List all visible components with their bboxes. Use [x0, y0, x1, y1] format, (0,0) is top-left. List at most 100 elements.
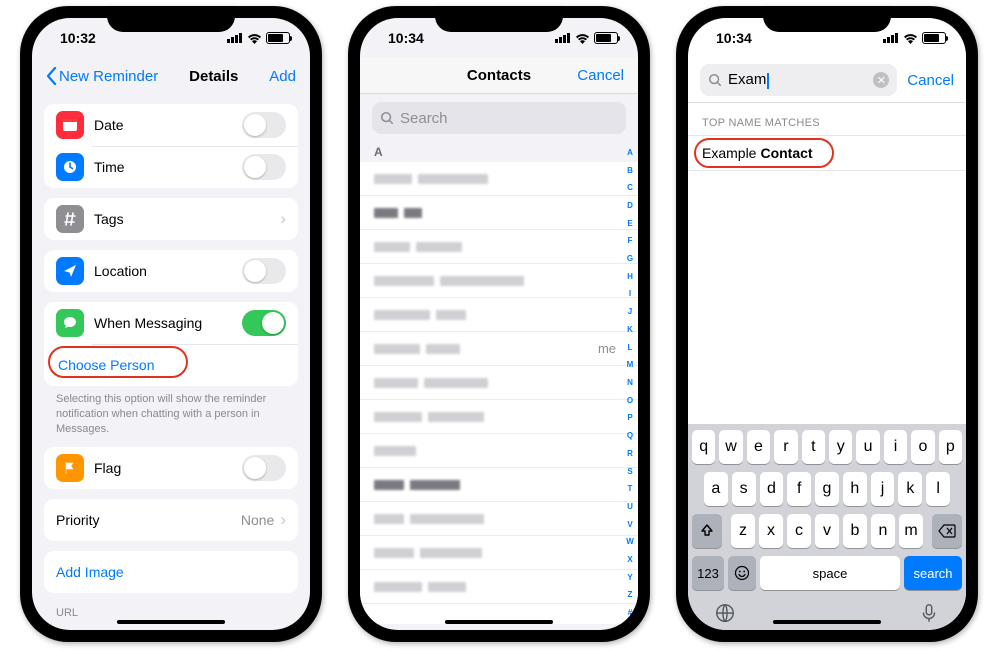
- contact-row[interactable]: [360, 468, 638, 502]
- index-letter[interactable]: Y: [627, 574, 632, 582]
- search-field[interactable]: Search: [372, 102, 626, 134]
- contact-row[interactable]: [360, 434, 638, 468]
- row-flag[interactable]: Flag: [44, 447, 298, 489]
- index-letter[interactable]: E: [627, 220, 632, 228]
- key-v[interactable]: v: [815, 514, 839, 548]
- contact-row[interactable]: [360, 502, 638, 536]
- contact-row[interactable]: [360, 536, 638, 570]
- index-letter[interactable]: Z: [628, 591, 633, 599]
- key-g[interactable]: g: [815, 472, 839, 506]
- key-j[interactable]: j: [871, 472, 895, 506]
- key-c[interactable]: c: [787, 514, 811, 548]
- key-i[interactable]: i: [884, 430, 907, 464]
- shift-key[interactable]: [692, 514, 722, 548]
- index-letter[interactable]: Q: [627, 432, 633, 440]
- alpha-index-bar[interactable]: ABCDEFGHIJKLMNOPQRSTUVWXYZ#: [624, 144, 636, 622]
- index-letter[interactable]: T: [628, 485, 633, 493]
- key-e[interactable]: e: [747, 430, 770, 464]
- key-w[interactable]: w: [719, 430, 742, 464]
- row-priority[interactable]: Priority None ›: [44, 499, 298, 541]
- contact-row[interactable]: [360, 162, 638, 196]
- clear-icon[interactable]: ✕: [873, 72, 889, 88]
- index-letter[interactable]: N: [627, 379, 633, 387]
- index-letter[interactable]: V: [627, 521, 632, 529]
- mic-icon[interactable]: [918, 602, 940, 624]
- home-indicator[interactable]: [117, 620, 225, 624]
- key-q[interactable]: q: [692, 430, 715, 464]
- key-a[interactable]: a: [704, 472, 728, 506]
- index-letter[interactable]: J: [628, 308, 632, 316]
- key-p[interactable]: p: [939, 430, 962, 464]
- key-o[interactable]: o: [911, 430, 934, 464]
- home-indicator[interactable]: [445, 620, 553, 624]
- contact-row[interactable]: [360, 400, 638, 434]
- index-letter[interactable]: I: [629, 290, 631, 298]
- key-t[interactable]: t: [802, 430, 825, 464]
- location-toggle[interactable]: [242, 258, 286, 284]
- key-y[interactable]: y: [829, 430, 852, 464]
- row-add-image[interactable]: Add Image: [44, 551, 298, 593]
- search-field[interactable]: Exam ✕: [700, 64, 897, 96]
- search-key[interactable]: search: [904, 556, 962, 590]
- key-d[interactable]: d: [760, 472, 784, 506]
- key-b[interactable]: b: [843, 514, 867, 548]
- back-button[interactable]: New Reminder: [46, 67, 158, 85]
- key-x[interactable]: x: [759, 514, 783, 548]
- index-letter[interactable]: O: [627, 397, 633, 405]
- globe-icon[interactable]: [714, 602, 736, 624]
- keyboard[interactable]: qwertyuiop asdfghjkl zxcvbnm 123 space s…: [688, 424, 966, 630]
- key-f[interactable]: f: [787, 472, 811, 506]
- row-choose-person[interactable]: Choose Person: [44, 344, 298, 386]
- cancel-button[interactable]: Cancel: [577, 67, 624, 84]
- key-l[interactable]: l: [926, 472, 950, 506]
- contacts-list[interactable]: A me ABCDEFGHIJKLMNOPQRSTUVWXYZ#: [360, 142, 638, 624]
- key-n[interactable]: n: [871, 514, 895, 548]
- index-letter[interactable]: G: [627, 255, 633, 263]
- index-letter[interactable]: U: [627, 503, 633, 511]
- contact-row[interactable]: [360, 366, 638, 400]
- index-letter[interactable]: #: [628, 609, 632, 617]
- index-letter[interactable]: R: [627, 450, 633, 458]
- index-letter[interactable]: H: [627, 273, 633, 281]
- index-letter[interactable]: P: [627, 414, 632, 422]
- row-location[interactable]: Location: [44, 250, 298, 292]
- contact-row[interactable]: [360, 570, 638, 604]
- contact-row[interactable]: [360, 230, 638, 264]
- key-r[interactable]: r: [774, 430, 797, 464]
- space-key[interactable]: space: [760, 556, 900, 590]
- key-s[interactable]: s: [732, 472, 756, 506]
- contact-row[interactable]: me: [360, 332, 638, 366]
- emoji-key[interactable]: [728, 556, 756, 590]
- index-letter[interactable]: B: [627, 167, 633, 175]
- key-u[interactable]: u: [856, 430, 879, 464]
- index-letter[interactable]: M: [627, 361, 634, 369]
- backspace-key[interactable]: [932, 514, 962, 548]
- index-letter[interactable]: D: [627, 202, 633, 210]
- numbers-key[interactable]: 123: [692, 556, 724, 590]
- home-indicator[interactable]: [773, 620, 881, 624]
- add-button[interactable]: Add: [269, 68, 296, 85]
- index-letter[interactable]: X: [627, 556, 632, 564]
- cancel-button[interactable]: Cancel: [907, 72, 954, 89]
- index-letter[interactable]: S: [627, 468, 632, 476]
- key-z[interactable]: z: [731, 514, 755, 548]
- date-toggle[interactable]: [242, 112, 286, 138]
- flag-toggle[interactable]: [242, 455, 286, 481]
- time-toggle[interactable]: [242, 154, 286, 180]
- row-tags[interactable]: Tags ›: [44, 198, 298, 240]
- contact-row[interactable]: [360, 264, 638, 298]
- contact-row[interactable]: [360, 298, 638, 332]
- row-time[interactable]: Time: [44, 146, 298, 188]
- search-result-row[interactable]: Example Contact: [688, 135, 966, 171]
- index-letter[interactable]: A: [627, 149, 633, 157]
- key-m[interactable]: m: [899, 514, 923, 548]
- index-letter[interactable]: L: [628, 344, 633, 352]
- index-letter[interactable]: C: [627, 184, 633, 192]
- key-k[interactable]: k: [898, 472, 922, 506]
- index-letter[interactable]: W: [626, 538, 634, 546]
- messaging-toggle[interactable]: [242, 310, 286, 336]
- row-date[interactable]: Date: [44, 104, 298, 146]
- contact-row[interactable]: [360, 196, 638, 230]
- index-letter[interactable]: K: [627, 326, 633, 334]
- row-messaging[interactable]: When Messaging: [44, 302, 298, 344]
